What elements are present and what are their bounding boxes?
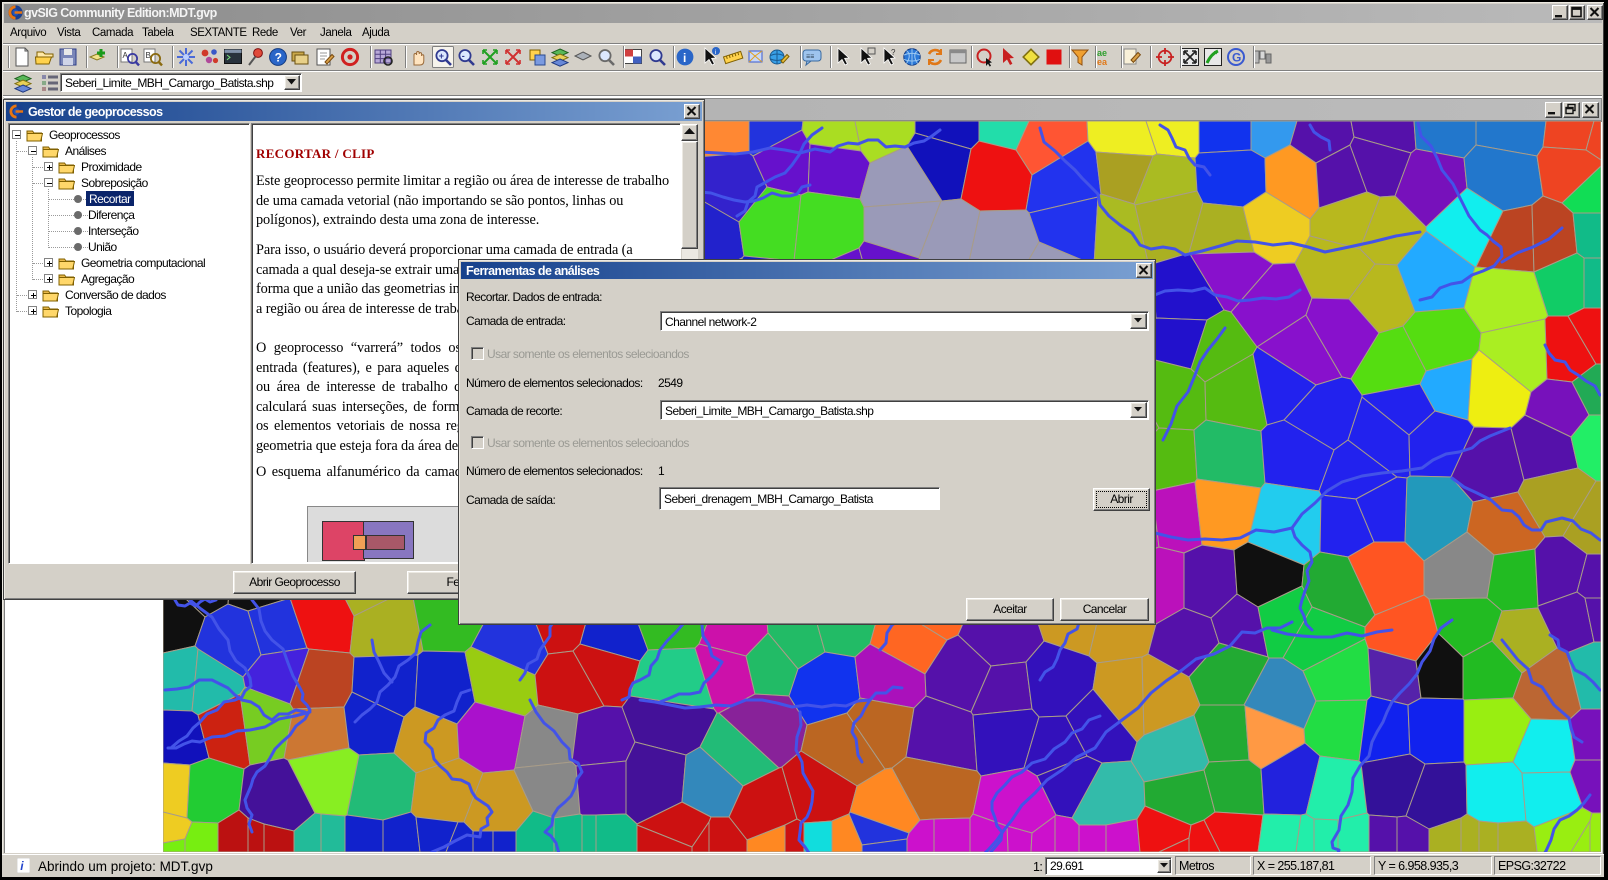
svg-text:-: - [462, 51, 465, 61]
svg-text:?: ? [891, 48, 896, 57]
svg-text:i: i [715, 49, 716, 56]
svg-text:≡≡: ≡≡ [806, 54, 814, 61]
svg-text:+: + [439, 51, 444, 61]
svg-text:G: G [1232, 51, 1241, 65]
svg-text:ea: ea [1097, 57, 1108, 67]
svg-text:?: ? [275, 51, 282, 65]
svg-text:i: i [683, 51, 686, 65]
